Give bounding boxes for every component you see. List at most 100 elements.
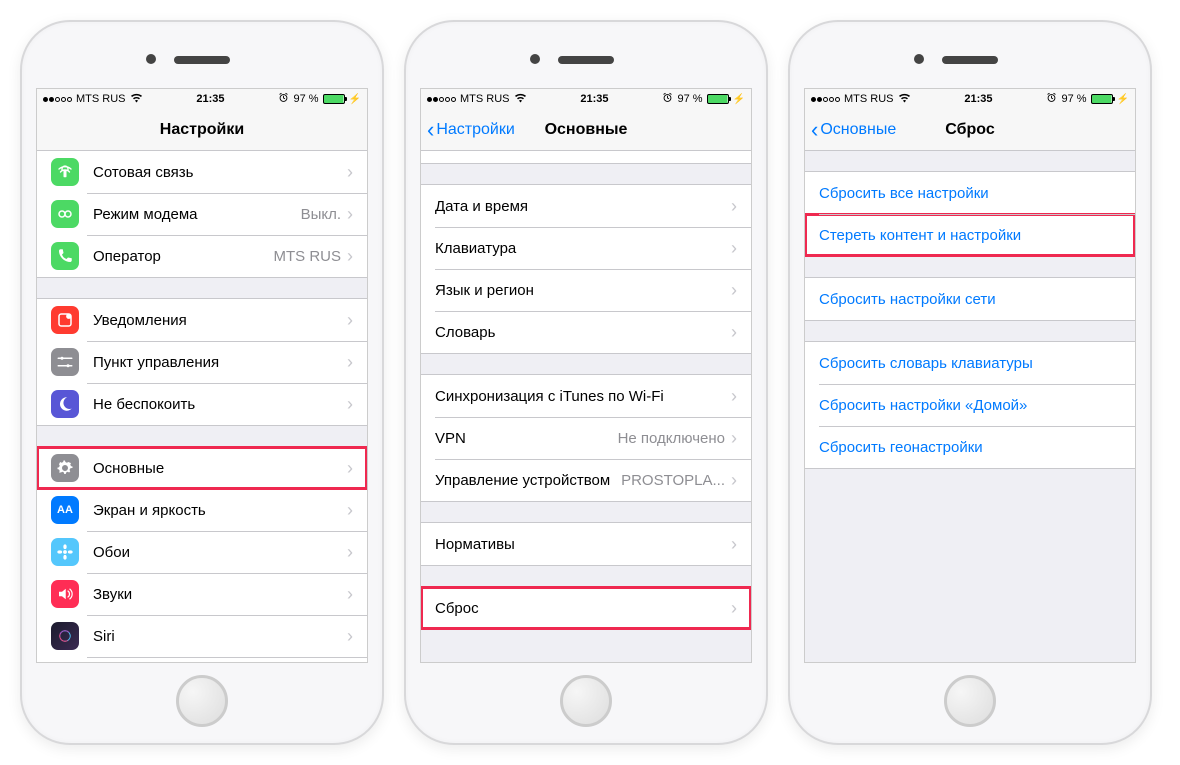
page-title: Сброс [945, 121, 994, 139]
group-datetime: Дата и время › Клавиатура › Язык и регио… [421, 184, 751, 354]
row-cellular[interactable]: Сотовая связь › [37, 151, 367, 193]
battery-icon [707, 94, 729, 104]
row-touchid[interactable]: Touch ID и код-пароль › [37, 657, 367, 662]
action-label: Сбросить настройки сети [819, 291, 996, 308]
speaker-slot [942, 56, 998, 64]
row-display[interactable]: AA Экран и яркость › [37, 489, 367, 531]
chevron-right-icon: › [731, 280, 737, 301]
carrier-label: MTS RUS [460, 93, 510, 105]
charging-icon: ⚡ [733, 94, 745, 105]
chevron-right-icon: › [347, 310, 353, 331]
cellular-icon [51, 158, 79, 186]
chevron-left-icon: ‹ [811, 119, 818, 141]
carrier-label: MTS RUS [844, 93, 894, 105]
gear-icon [51, 454, 79, 482]
row-notifications[interactable]: Уведомления › [37, 299, 367, 341]
action-reset-all[interactable]: Сбросить все настройки [805, 172, 1135, 214]
navbar: ‹ Настройки Основные [421, 109, 751, 151]
carrier-label: MTS RUS [76, 93, 126, 105]
row-restrictions[interactable]: Ограничения Выкл. › [421, 151, 751, 163]
home-button[interactable] [176, 675, 228, 727]
row-label: Синхронизация с iTunes по Wi-Fi [435, 388, 731, 405]
iphone-mockup-1: MTS RUS 21:35 97 % ⚡ Настройки [20, 20, 384, 745]
chevron-right-icon: › [347, 584, 353, 605]
row-language[interactable]: Язык и регион › [421, 269, 751, 311]
row-detail: Не подключено [618, 430, 725, 447]
chevron-right-icon: › [347, 542, 353, 563]
reset-group-3: Сбросить словарь клавиатуры Сбросить нас… [805, 341, 1135, 469]
signal-dots [427, 97, 456, 102]
nav-back-button[interactable]: ‹ Основные [811, 119, 896, 141]
battery-pct: 97 % [677, 93, 702, 105]
control-center-icon [51, 348, 79, 376]
row-label: Язык и регион [435, 282, 731, 299]
row-control-center[interactable]: Пункт управления › [37, 341, 367, 383]
iphone-mockup-3: MTS RUS 21:35 97 % ⚡ ‹ Основные Сброс [788, 20, 1152, 745]
row-dnd[interactable]: Не беспокоить › [37, 383, 367, 425]
chevron-right-icon: › [347, 162, 353, 183]
iphone-mockup-2: MTS RUS 21:35 97 % ⚡ ‹ Настройки Основны… [404, 20, 768, 745]
action-reset-keyboard-dict[interactable]: Сбросить словарь клавиатуры [805, 342, 1135, 384]
row-label: Нормативы [435, 536, 731, 553]
speaker-slot [558, 56, 614, 64]
action-label: Сбросить все настройки [819, 185, 989, 202]
nav-back-label: Настройки [436, 121, 514, 139]
nav-back-button[interactable]: ‹ Настройки [427, 119, 515, 141]
chevron-right-icon: › [731, 470, 737, 491]
chevron-right-icon: › [731, 238, 737, 259]
settings-group-network: Сотовая связь › Режим модема Выкл. › Опе… [37, 151, 367, 278]
moon-icon [51, 390, 79, 418]
row-carrier[interactable]: Оператор MTS RUS › [37, 235, 367, 277]
screen-1: MTS RUS 21:35 97 % ⚡ Настройки [36, 88, 368, 663]
phone-icon [51, 242, 79, 270]
row-vpn[interactable]: VPN Не подключено › [421, 417, 751, 459]
row-label: Оператор [93, 248, 274, 265]
row-label: Пункт управления [93, 354, 347, 371]
group-reset: Сброс › [421, 586, 751, 630]
chevron-right-icon: › [731, 534, 737, 555]
row-hotspot[interactable]: Режим модема Выкл. › [37, 193, 367, 235]
settings-group-general: Основные › AA Экран и яркость › Обои › [37, 446, 367, 662]
status-bar: MTS RUS 21:35 97 % ⚡ [805, 89, 1135, 109]
row-wallpaper[interactable]: Обои › [37, 531, 367, 573]
chevron-right-icon: › [347, 626, 353, 647]
row-label: Клавиатура [435, 240, 731, 257]
row-keyboard[interactable]: Клавиатура › [421, 227, 751, 269]
chevron-right-icon: › [731, 151, 737, 153]
home-button[interactable] [944, 675, 996, 727]
row-label: Дата и время [435, 198, 731, 215]
action-reset-network[interactable]: Сбросить настройки сети [805, 278, 1135, 320]
signal-dots [43, 97, 72, 102]
row-reset[interactable]: Сброс › [421, 587, 751, 629]
alarm-icon [1046, 92, 1057, 106]
action-label: Сбросить словарь клавиатуры [819, 355, 1033, 372]
action-reset-home[interactable]: Сбросить настройки «Домой» [805, 384, 1135, 426]
action-erase-all[interactable]: Стереть контент и настройки [805, 214, 1135, 256]
row-label: Словарь [435, 324, 731, 341]
battery-icon [1091, 94, 1113, 104]
chevron-right-icon: › [731, 386, 737, 407]
row-label: Siri [93, 628, 347, 645]
notification-icon [51, 306, 79, 334]
home-button[interactable] [560, 675, 612, 727]
signal-dots [811, 97, 840, 102]
reset-group-1: Сбросить все настройки Стереть контент и… [805, 171, 1135, 257]
navbar: ‹ Основные Сброс [805, 109, 1135, 151]
brightness-icon: AA [51, 496, 79, 524]
row-general[interactable]: Основные › [37, 447, 367, 489]
row-siri[interactable]: Siri › [37, 615, 367, 657]
chevron-right-icon: › [731, 322, 737, 343]
row-regulatory[interactable]: Нормативы › [421, 523, 751, 565]
charging-icon: ⚡ [1117, 94, 1129, 105]
navbar: Настройки [37, 109, 367, 151]
row-itunes-wifi[interactable]: Синхронизация с iTunes по Wi-Fi › [421, 375, 751, 417]
row-detail: PROSTOPLA... [621, 472, 725, 489]
row-device-mgmt[interactable]: Управление устройством PROSTOPLA... › [421, 459, 751, 501]
action-reset-location[interactable]: Сбросить геонастройки [805, 426, 1135, 468]
row-datetime[interactable]: Дата и время › [421, 185, 751, 227]
alarm-icon [662, 92, 673, 106]
chevron-right-icon: › [731, 428, 737, 449]
row-sounds[interactable]: Звуки › [37, 573, 367, 615]
row-dictionary[interactable]: Словарь › [421, 311, 751, 353]
row-label: Сотовая связь [93, 164, 347, 181]
